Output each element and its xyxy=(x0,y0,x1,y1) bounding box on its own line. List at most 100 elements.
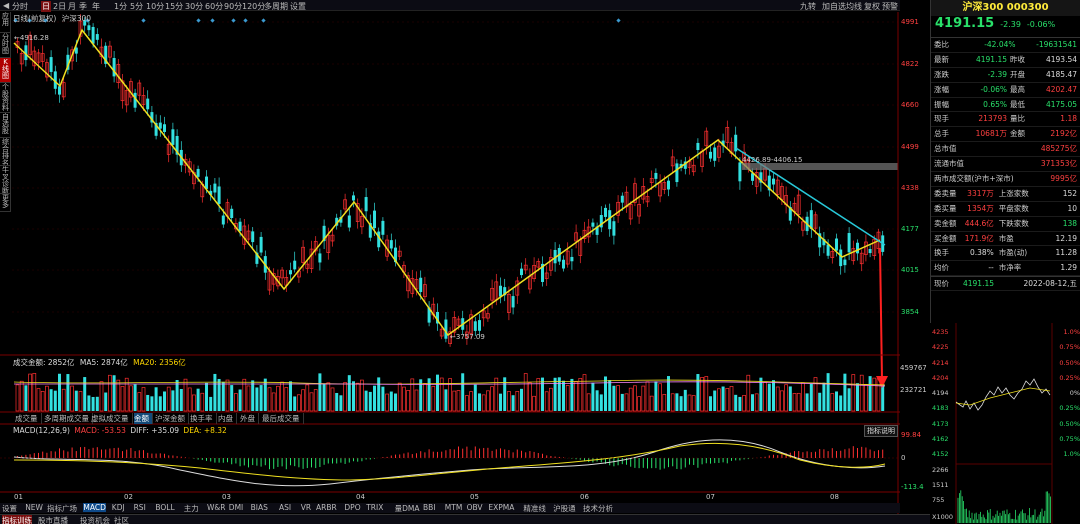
btn-alert[interactable]: 预警 xyxy=(882,1,898,12)
indicator-15[interactable]: TRIX xyxy=(366,503,383,512)
vtab-turnover[interactable]: 换手率 xyxy=(190,413,217,424)
vtab-last-vol[interactable]: 最后成交量 xyxy=(262,413,304,424)
vtab-amount[interactable]: 金额 xyxy=(134,413,153,424)
indicator-17[interactable]: BBI xyxy=(423,503,436,512)
tab-settings[interactable]: 设置 xyxy=(290,1,306,12)
back-icon[interactable]: ◀ xyxy=(3,1,9,10)
indicator-21[interactable]: 精准线 xyxy=(523,503,546,514)
indicator-5[interactable]: RSI xyxy=(134,503,146,512)
order-row: 买金额 171.9亿 市盈 12.19 xyxy=(931,232,1080,247)
indicator-19[interactable]: OBV xyxy=(467,503,483,512)
tab-year[interactable]: 年 xyxy=(92,1,100,12)
macd-axis-top: 99.84 xyxy=(901,431,922,439)
macd-axis-zero: 0 xyxy=(901,454,906,462)
indicator-23[interactable]: 技术分析 xyxy=(583,503,613,514)
lefttab-more[interactable]: 更多 xyxy=(0,194,11,212)
quote-row: 现手 213793 量比 1.18 xyxy=(931,112,1080,128)
indicator-18[interactable]: MTM xyxy=(445,503,463,512)
vtab-inner[interactable]: 内盘 xyxy=(218,413,237,424)
tab-60min[interactable]: 60分 xyxy=(205,1,223,12)
tab-1min[interactable]: 1分 xyxy=(114,1,127,12)
indicator-16[interactable]: 量DMA xyxy=(395,503,420,514)
lefttab-kline[interactable]: K线图 xyxy=(0,58,11,83)
volume-tabs: 成交量 多周期成交量 虚拟成交量 金额 沪深金额 换手率 内盘 外盘 最后成交量 xyxy=(12,413,332,424)
tab-fenshi[interactable]: 分时 xyxy=(12,1,28,12)
btn-community[interactable]: 社区 xyxy=(114,515,129,524)
vtab-outer[interactable]: 外盘 xyxy=(240,413,259,424)
lefttab-fenshi[interactable]: 分时图 xyxy=(0,33,11,58)
indicator-7[interactable]: 主力 xyxy=(184,503,199,514)
tab-multi-period[interactable]: 多周期 xyxy=(264,1,288,12)
order-row: 卖金额 444.6亿 下跌家数 138 xyxy=(931,217,1080,232)
indicator-help-button[interactable]: 指标说明 xyxy=(864,425,898,437)
btn-add-watch[interactable]: 加自选 xyxy=(822,1,846,12)
macd-axis-bottom: -113.4 xyxy=(901,483,924,491)
btn-fuquan[interactable]: 复权 xyxy=(864,1,880,12)
btn-jiuzhuan[interactable]: 九转 xyxy=(800,1,816,12)
indicator-8[interactable]: W&R xyxy=(207,503,225,512)
vtab-multi-vol[interactable]: 多周期成交量 xyxy=(44,413,93,424)
btn-live[interactable]: 股市直播 xyxy=(38,515,68,524)
high-label: ←4916.28 xyxy=(14,34,49,42)
bottom-bar: 指标训练 股市直播 投资机会 社区 xyxy=(0,514,930,524)
tab-120min[interactable]: 120分 xyxy=(242,1,265,12)
order-row: 换手 0.38% 市盈(动) 11.28 xyxy=(931,246,1080,262)
now-row: 现价 4191.15 2022-08-12,五 xyxy=(931,276,1080,292)
vtab-virtual-vol[interactable]: 虚拟成交量 xyxy=(91,413,133,424)
last-price: 4191.15 xyxy=(935,16,995,31)
indicator-12[interactable]: VR xyxy=(301,503,311,512)
tab-season[interactable]: 季 xyxy=(79,1,87,12)
tab-day[interactable]: 日 xyxy=(41,1,51,12)
mini-y-right: 1.0% 0.75% 0.50% 0.25% 0% 0.25% 0.50% 0.75% 1.0% xyxy=(1059,328,1080,459)
lefttab-watchlist[interactable]: 自选股 xyxy=(0,113,11,138)
vtab-hs-amount[interactable]: 沪深金额 xyxy=(155,413,189,424)
stock-title: 沪深300 000300 xyxy=(931,0,1080,16)
indicator-9[interactable]: DMI xyxy=(229,503,243,512)
indicator-2[interactable]: 指标广场 xyxy=(47,503,77,514)
lefttab-diagnosis[interactable]: 牛叉诊断 xyxy=(0,166,11,194)
weibi-row: 委比 -42.04% -19631541 xyxy=(931,38,1080,53)
price-change: -2.39 xyxy=(1000,20,1021,29)
quote-summary: 4191.15 -2.39 -0.06% xyxy=(931,16,1080,38)
vtab-volume[interactable]: 成交量 xyxy=(15,413,42,424)
tab-month[interactable]: 月 xyxy=(68,1,76,12)
kline-chart[interactable] xyxy=(0,0,930,524)
indicator-1[interactable]: NEW xyxy=(25,503,43,512)
tab-5min[interactable]: 5分 xyxy=(130,1,143,12)
vol-axis-mid: 232721 xyxy=(900,386,927,394)
lefttab-apps[interactable]: 应用 xyxy=(0,12,11,33)
order-row: 委买量 1354万 平盘家数 10 xyxy=(931,202,1080,217)
lefttab-ranking[interactable]: 综合排名 xyxy=(0,138,11,166)
red-arrow xyxy=(879,247,883,381)
tab-10min[interactable]: 10分 xyxy=(146,1,164,12)
indicator-3[interactable]: MACD xyxy=(83,503,106,512)
gap-label: 4426.89-4406.15 xyxy=(742,156,803,164)
market-row: 两市成交额(沪市+深市) 9995亿 xyxy=(931,172,1080,187)
indicator-14[interactable]: DPO xyxy=(344,503,360,512)
btn-ma[interactable]: 均线 xyxy=(846,1,862,12)
month-axis: 01 02 03 04 05 06 07 08 xyxy=(14,493,839,501)
tab-30min[interactable]: 30分 xyxy=(185,1,203,12)
tab-90min[interactable]: 90分 xyxy=(224,1,242,12)
tab-2day[interactable]: 2日 xyxy=(53,1,66,12)
order-row: 委卖量 3317万 上涨家数 152 xyxy=(931,187,1080,202)
indicator-20[interactable]: EXPMA xyxy=(488,503,514,512)
indicator-22[interactable]: 沪股通 xyxy=(553,503,576,514)
tab-15min[interactable]: 15分 xyxy=(165,1,183,12)
gap-box xyxy=(742,163,898,170)
indicator-10[interactable]: BIAS xyxy=(251,503,268,512)
indicator-0[interactable]: 设置 xyxy=(2,503,17,514)
volume-legend: 成交金额: 2852亿 MA5: 2874亿 MA20: 2356亿 xyxy=(13,358,186,367)
indicator-13[interactable]: ARBR xyxy=(316,503,337,512)
macd-legend: MACD(12,26,9) MACD: -53.53 DIFF: +35.09 … xyxy=(13,426,227,435)
indicator-4[interactable]: KDJ xyxy=(112,503,125,512)
lefttab-profile[interactable]: 个股资料 xyxy=(0,83,11,113)
btn-indicator-training[interactable]: 指标训练 xyxy=(2,515,32,524)
mini-vol-axis: 2266 1511 755 xyxy=(932,466,949,504)
quote-row: 振幅 0.65% 最低 4175.05 xyxy=(931,98,1080,113)
indicator-6[interactable]: BOLL xyxy=(155,503,174,512)
vol-axis-top: 459767 xyxy=(900,364,927,372)
btn-opportunity[interactable]: 投资机会 xyxy=(80,515,110,524)
indicator-11[interactable]: ASI xyxy=(279,503,291,512)
left-nav: 应用 分时图 K线图 个股资料 自选股 综合排名 牛叉诊断 更多 xyxy=(0,12,11,212)
